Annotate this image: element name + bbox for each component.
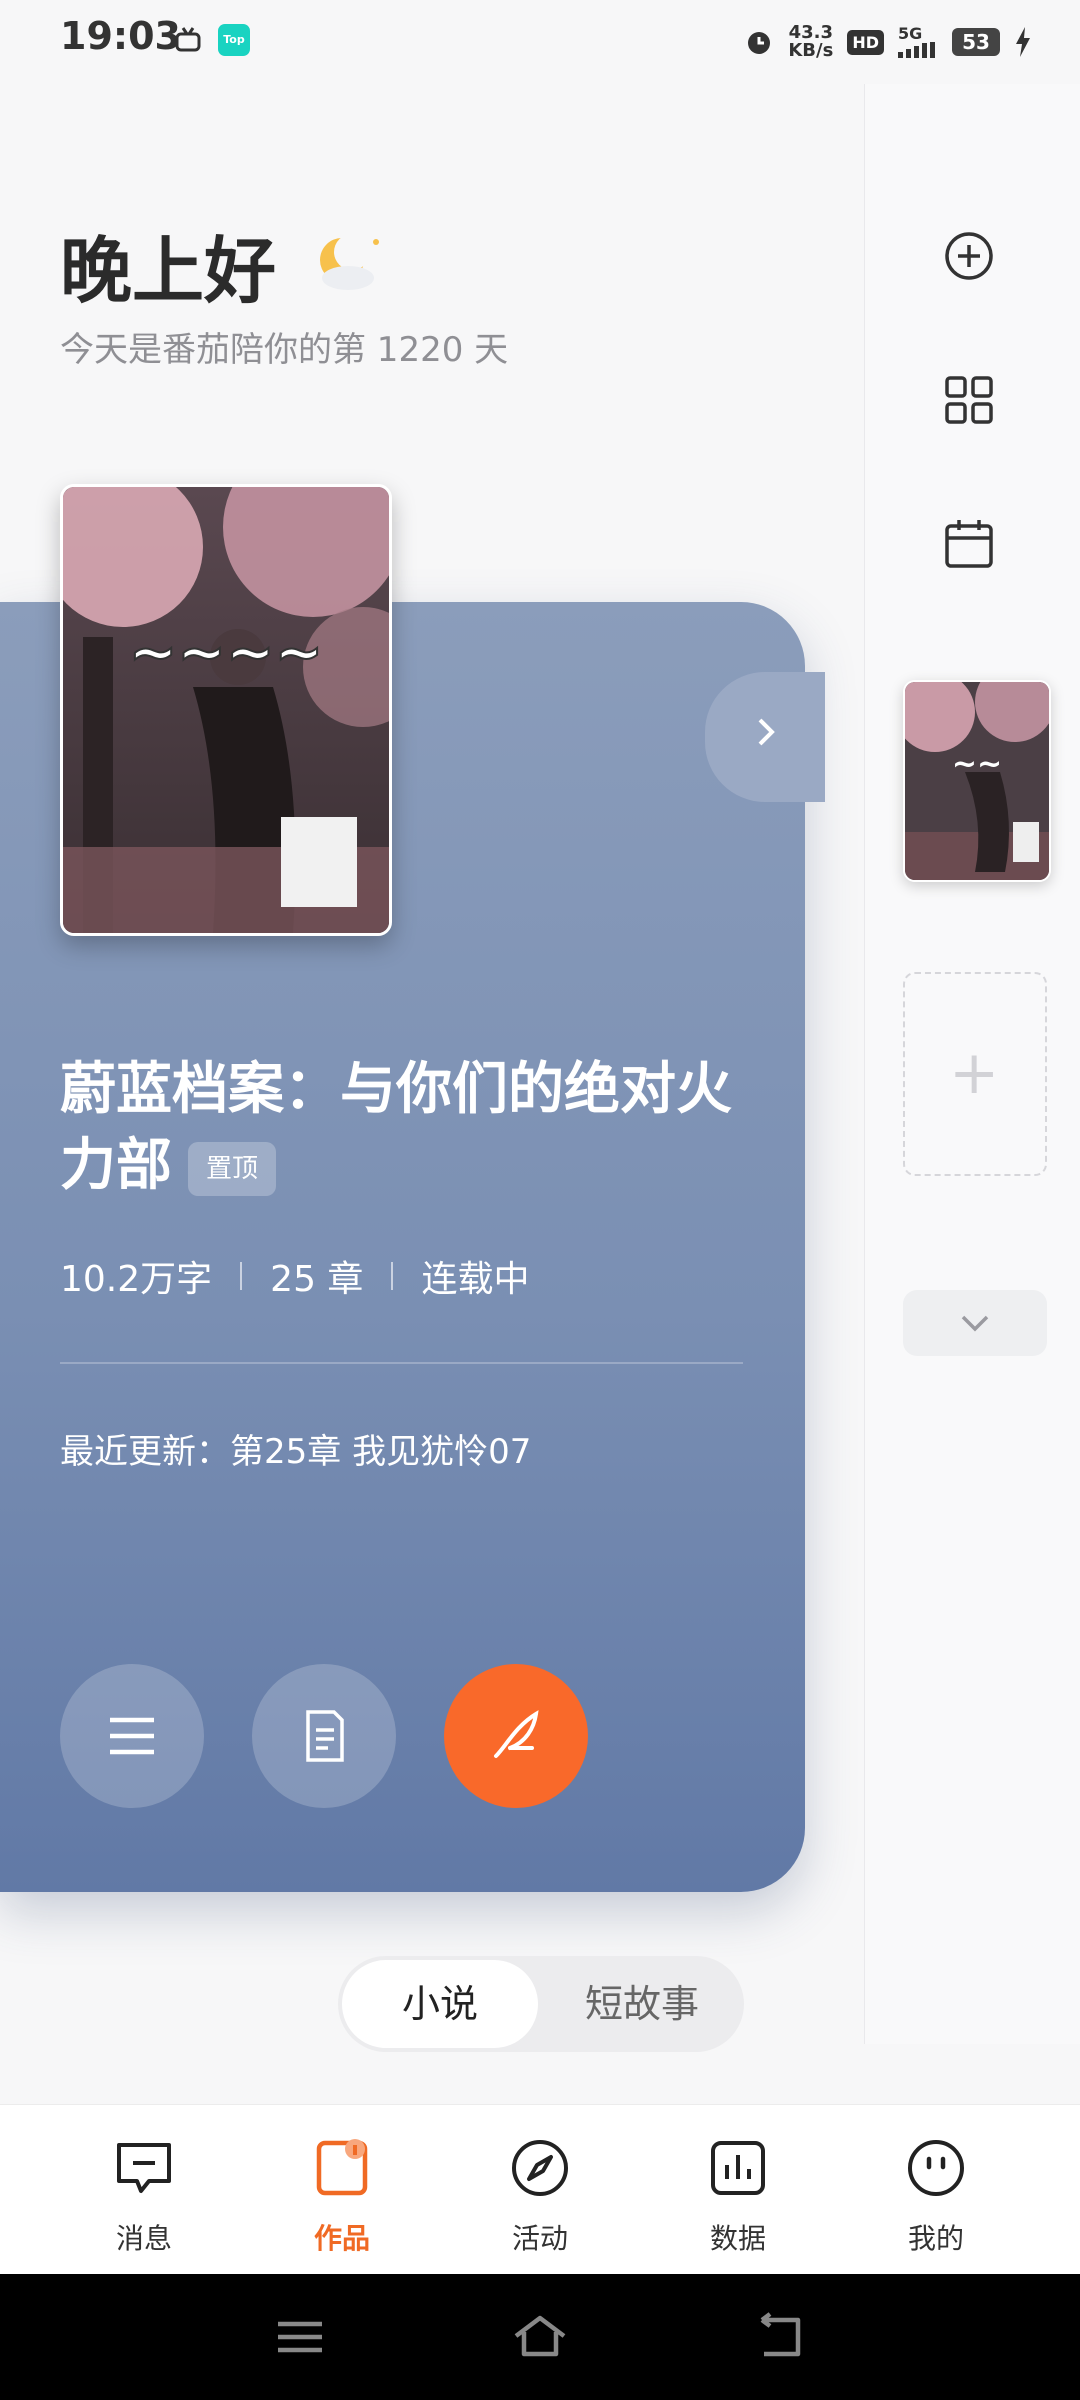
book-title[interactable]: 蔚蓝档案：与你们的绝对火力部 置顶 (60, 1052, 760, 1204)
meta-separator (240, 1262, 243, 1290)
plus-icon: + (949, 1038, 1000, 1108)
svg-text:~~~~: ~~~~ (129, 618, 323, 686)
nav-label: 作品 (313, 2222, 370, 2255)
home-icon[interactable] (512, 2312, 568, 2362)
nav-data[interactable]: 数据 (639, 2105, 837, 2275)
side-rail: ~~ + (864, 84, 1080, 2044)
recent-apps-icon[interactable] (272, 2312, 328, 2362)
serial-status: 连载中 (421, 1259, 530, 1300)
pinned-badge: 置顶 (188, 1141, 277, 1196)
charging-icon (1016, 27, 1030, 57)
add-circle-icon[interactable] (939, 226, 999, 286)
system-nav-bar (0, 2274, 1080, 2400)
meta-separator (391, 1262, 394, 1290)
tv-icon (175, 27, 201, 52)
profile-icon (908, 2140, 964, 2196)
tab-novel[interactable]: 小说 (342, 1960, 538, 2048)
compass-icon (512, 2140, 568, 2196)
hd-badge: HD (847, 29, 884, 55)
nav-label: 我的 (907, 2222, 964, 2255)
add-book-slot[interactable]: + (903, 972, 1047, 1176)
next-book-button[interactable] (705, 672, 825, 802)
chapter-list-button[interactable] (60, 1664, 204, 1808)
nav-profile[interactable]: 我的 (837, 2105, 1035, 2275)
chapter-count: 25 章 (270, 1259, 364, 1300)
message-icon (117, 2143, 171, 2193)
write-button[interactable] (444, 1664, 588, 1808)
content-type-switch: 小说 短故事 (338, 1956, 744, 2052)
days-counter: 今天是番茄陪你的第 1220 天 (60, 330, 509, 370)
grid-icon[interactable] (939, 370, 999, 430)
book-meta: 10.2万字 25 章 连载中 (60, 1250, 529, 1302)
book-cover[interactable]: ~~~~ (60, 484, 392, 936)
signal-icon: 5G (898, 26, 938, 58)
document-icon (306, 1710, 344, 1762)
svg-text:~~: ~~ (952, 747, 1002, 782)
back-icon[interactable] (752, 2312, 808, 2362)
network-type: 5G (898, 24, 923, 43)
tab-short-story[interactable]: 短故事 (544, 1960, 740, 2048)
nav-activities[interactable]: 活动 (441, 2105, 639, 2275)
menu-icon (110, 1717, 154, 1755)
nav-label: 活动 (511, 2222, 568, 2255)
quill-icon (494, 1710, 539, 1758)
calendar-icon[interactable] (939, 514, 999, 574)
battery-indicator: 53 (952, 28, 1000, 56)
drafts-button[interactable] (252, 1664, 396, 1808)
works-icon (316, 2139, 368, 2196)
net-speed-unit: KB/s (788, 40, 834, 61)
cover-thumb-art: ~~ (905, 682, 1049, 880)
nav-works[interactable]: 作品 (243, 2105, 441, 2275)
word-count: 10.2万字 (60, 1259, 213, 1300)
chevron-down-icon (961, 1315, 989, 1332)
status-time: 19:03 (60, 14, 181, 58)
net-speed: 43.3 KB/s (788, 24, 833, 60)
book-cover-art: ~~~~ (63, 487, 389, 933)
book-thumbnail[interactable]: ~~ (903, 680, 1051, 882)
nav-label: 消息 (115, 2222, 172, 2255)
status-right: 43.3 KB/s HD 5G 53 (744, 18, 1032, 66)
status-bar: 19:03 Top 43.3 KB/s HD 5G 53 (0, 0, 1080, 84)
alarm-icon (748, 32, 771, 54)
top-app-icon: Top (218, 24, 250, 56)
chevron-right-icon (758, 718, 775, 746)
latest-update[interactable]: 最近更新：第25章 我见犹怜07 (60, 1424, 531, 1473)
greeting-title: 晚上好 (60, 228, 277, 313)
moon-icon (320, 234, 379, 290)
nav-label: 数据 (709, 2222, 766, 2255)
card-divider (60, 1362, 743, 1364)
chart-icon (711, 2141, 765, 2195)
nav-messages[interactable]: 消息 (45, 2105, 243, 2275)
expand-button[interactable] (903, 1290, 1047, 1356)
book-title-text: 蔚蓝档案：与你们的绝对火力部 (60, 1057, 732, 1198)
bottom-nav: 消息 作品 活动 数据 我的 (0, 2104, 1080, 2275)
